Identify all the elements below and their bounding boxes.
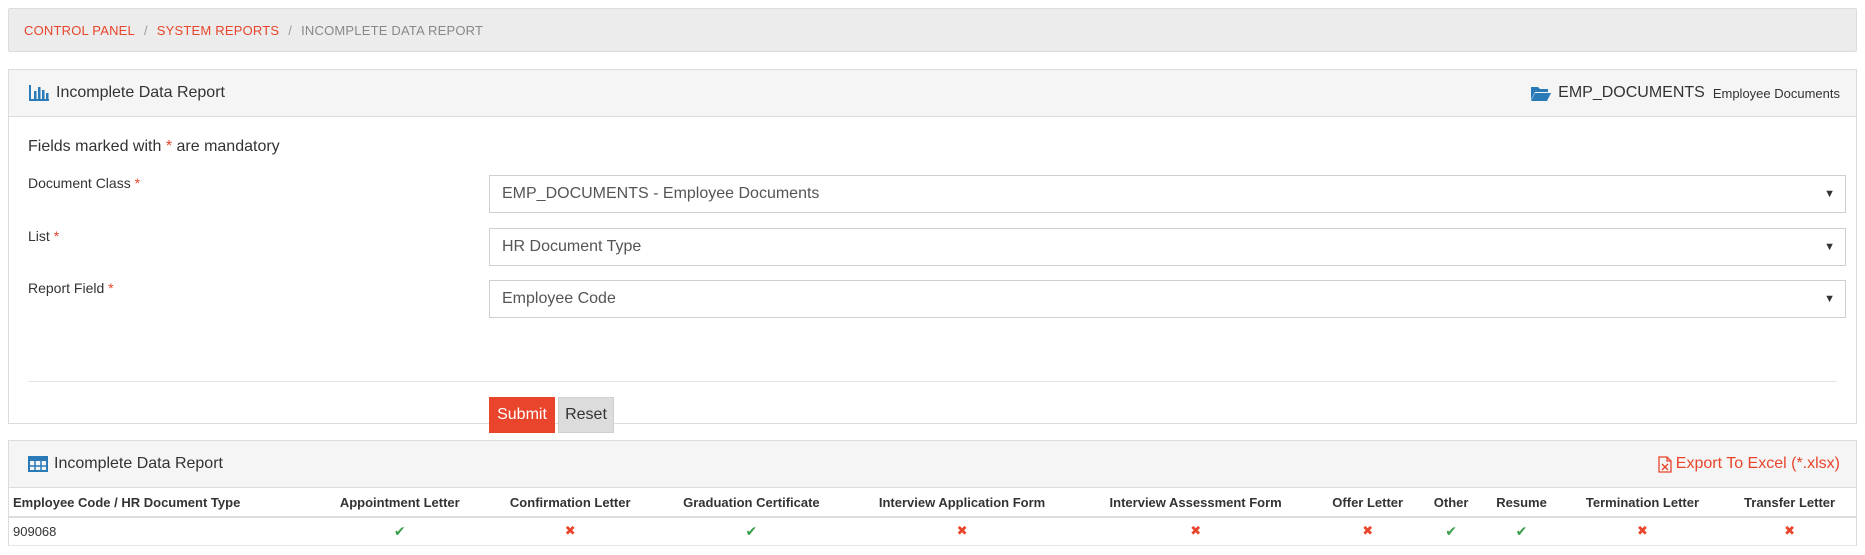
check-icon: ✔ bbox=[745, 522, 758, 539]
check-icon: ✔ bbox=[1445, 522, 1457, 539]
column-header: Interview Application Form bbox=[847, 488, 1077, 518]
export-excel-label: Export To Excel (*.xlsx) bbox=[1675, 455, 1840, 472]
form-body: Fields marked with * are mandatory Docum… bbox=[9, 117, 1856, 433]
status-cell: ✖ bbox=[1561, 517, 1724, 546]
list-select-value: HR Document Type bbox=[502, 238, 642, 255]
document-class-code: EMP_DOCUMENTS bbox=[1558, 84, 1705, 101]
document-class-select-value: EMP_DOCUMENTS - Employee Documents bbox=[502, 185, 820, 202]
report-field-select[interactable]: Employee Code ▼ bbox=[489, 280, 1846, 318]
status-cell: ✔ bbox=[1421, 517, 1482, 546]
cross-icon: ✖ bbox=[1362, 523, 1374, 539]
breadcrumb-control-panel[interactable]: CONTROL PANEL bbox=[24, 23, 135, 38]
column-header: Employee Code / HR Document Type bbox=[9, 488, 315, 518]
status-cell: ✖ bbox=[1076, 517, 1315, 546]
cross-icon: ✖ bbox=[1637, 523, 1648, 539]
chevron-down-icon: ▼ bbox=[1824, 188, 1835, 200]
column-header: Graduation Certificate bbox=[655, 488, 848, 518]
folder-open-icon bbox=[1531, 86, 1552, 101]
report-panel: Incomplete Data Report Export To Excel (… bbox=[8, 440, 1857, 546]
document-class-select[interactable]: EMP_DOCUMENTS - Employee Documents ▼ bbox=[489, 175, 1846, 213]
submit-button[interactable]: Submit bbox=[489, 397, 555, 433]
form-panel-heading: Incomplete Data Report EMP_DOCUMENTS Emp… bbox=[9, 70, 1856, 117]
report-field-label: Report Field * bbox=[28, 280, 114, 296]
export-excel-link[interactable]: Export To Excel (*.xlsx) bbox=[1658, 455, 1840, 473]
status-cell: ✖ bbox=[484, 517, 656, 546]
report-panel-heading: Incomplete Data Report Export To Excel (… bbox=[9, 441, 1856, 488]
form-panel-title-text: Incomplete Data Report bbox=[56, 84, 225, 101]
check-icon: ✔ bbox=[393, 522, 406, 539]
breadcrumb-separator: / bbox=[288, 22, 293, 38]
status-cell: ✔ bbox=[655, 517, 848, 546]
form-divider bbox=[28, 381, 1837, 382]
cross-icon: ✖ bbox=[564, 523, 576, 539]
reset-button[interactable]: Reset bbox=[558, 397, 614, 433]
column-header: Termination Letter bbox=[1561, 488, 1724, 518]
cross-icon: ✖ bbox=[1190, 523, 1202, 539]
table-icon bbox=[28, 456, 48, 472]
cross-icon: ✖ bbox=[1784, 523, 1796, 539]
report-table-header-row: Employee Code / HR Document Type Appoint… bbox=[9, 488, 1856, 518]
table-row: 909068 ✔ ✖ ✔ ✖ ✖ ✖ ✔ ✔ ✖ ✖ bbox=[9, 517, 1856, 546]
employee-code-cell: 909068 bbox=[9, 517, 315, 546]
list-select[interactable]: HR Document Type ▼ bbox=[489, 228, 1846, 266]
status-cell: ✔ bbox=[1481, 517, 1562, 546]
report-table: Employee Code / HR Document Type Appoint… bbox=[9, 488, 1856, 546]
status-cell: ✖ bbox=[1314, 517, 1422, 546]
form-panel: Incomplete Data Report EMP_DOCUMENTS Emp… bbox=[8, 69, 1857, 433]
list-label: List * bbox=[28, 228, 59, 244]
mandatory-note-suffix: are mandatory bbox=[172, 138, 280, 155]
list-label-text: List bbox=[28, 228, 50, 244]
required-star: * bbox=[134, 175, 141, 191]
column-header: Confirmation Letter bbox=[484, 488, 656, 518]
breadcrumb-system-reports[interactable]: SYSTEM REPORTS bbox=[157, 23, 279, 38]
status-cell: ✔ bbox=[314, 517, 485, 546]
breadcrumb-separator: / bbox=[143, 22, 148, 38]
column-header: Transfer Letter bbox=[1723, 488, 1856, 518]
column-header: Interview Assessment Form bbox=[1076, 488, 1315, 518]
column-header: Resume bbox=[1481, 488, 1562, 518]
report-panel-title: Incomplete Data Report bbox=[28, 455, 223, 473]
report-panel-title-text: Incomplete Data Report bbox=[54, 455, 223, 472]
document-class-desc: Employee Documents bbox=[1712, 85, 1840, 101]
cross-icon: ✖ bbox=[956, 523, 968, 539]
document-class-indicator: EMP_DOCUMENTS Employee Documents bbox=[1530, 84, 1840, 102]
required-star: * bbox=[53, 228, 60, 244]
breadcrumb: CONTROL PANEL / SYSTEM REPORTS / INCOMPL… bbox=[8, 8, 1857, 52]
mandatory-note-prefix: Fields marked with bbox=[28, 138, 166, 155]
status-cell: ✖ bbox=[1723, 517, 1856, 546]
chevron-down-icon: ▼ bbox=[1824, 241, 1835, 253]
column-header: Offer Letter bbox=[1314, 488, 1422, 518]
form-panel-title: Incomplete Data Report bbox=[28, 84, 225, 102]
excel-file-icon bbox=[1658, 455, 1672, 473]
breadcrumb-current: INCOMPLETE DATA REPORT bbox=[301, 22, 484, 38]
column-header: Appointment Letter bbox=[314, 488, 485, 518]
document-class-label: Document Class * bbox=[28, 175, 140, 191]
required-star: * bbox=[108, 280, 114, 296]
report-field-select-value: Employee Code bbox=[502, 290, 616, 307]
check-icon: ✔ bbox=[1515, 522, 1528, 539]
column-header: Other bbox=[1421, 488, 1482, 518]
mandatory-note: Fields marked with * are mandatory bbox=[28, 138, 280, 156]
document-class-label-text: Document Class bbox=[28, 175, 131, 191]
report-field-label-text: Report Field bbox=[28, 280, 105, 296]
chevron-down-icon: ▼ bbox=[1824, 293, 1835, 305]
status-cell: ✖ bbox=[847, 517, 1077, 546]
bar-chart-icon bbox=[29, 85, 49, 101]
